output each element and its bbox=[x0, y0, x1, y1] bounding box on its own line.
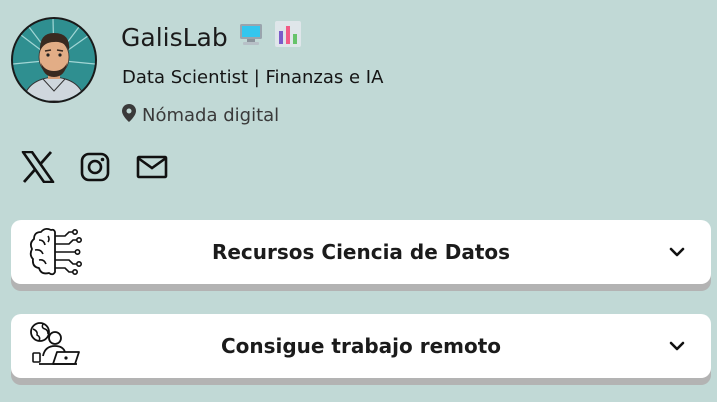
bar-chart-icon bbox=[274, 20, 302, 54]
avatar bbox=[11, 17, 97, 103]
location-pin-icon bbox=[122, 104, 136, 127]
instagram-icon[interactable] bbox=[77, 149, 113, 185]
location-text: Nómada digital bbox=[142, 105, 280, 126]
card-trabajo-remoto[interactable]: Consigue trabajo remoto bbox=[11, 314, 711, 378]
email-icon[interactable] bbox=[134, 149, 170, 185]
card-title: Consigue trabajo remoto bbox=[220, 334, 502, 358]
x-twitter-icon[interactable] bbox=[20, 149, 56, 185]
brain-circuit-icon bbox=[29, 226, 83, 278]
chevron-down-icon[interactable] bbox=[667, 242, 687, 262]
social-links bbox=[20, 149, 170, 185]
card-recursos-ciencia-datos[interactable]: Recursos Ciencia de Datos bbox=[11, 220, 711, 284]
profile-name-row: GalisLab bbox=[121, 20, 302, 54]
profile-name: GalisLab bbox=[121, 22, 228, 52]
remote-worker-icon bbox=[29, 320, 83, 372]
profile-bio: Data Scientist | Finanzas e IA bbox=[122, 67, 384, 88]
profile-page: GalisLab Data Scientist | Finanzas e IA bbox=[0, 0, 717, 402]
computer-icon bbox=[238, 21, 264, 53]
profile-location: Nómada digital bbox=[122, 104, 279, 127]
card-title: Recursos Ciencia de Datos bbox=[211, 240, 511, 264]
chevron-down-icon[interactable] bbox=[667, 336, 687, 356]
